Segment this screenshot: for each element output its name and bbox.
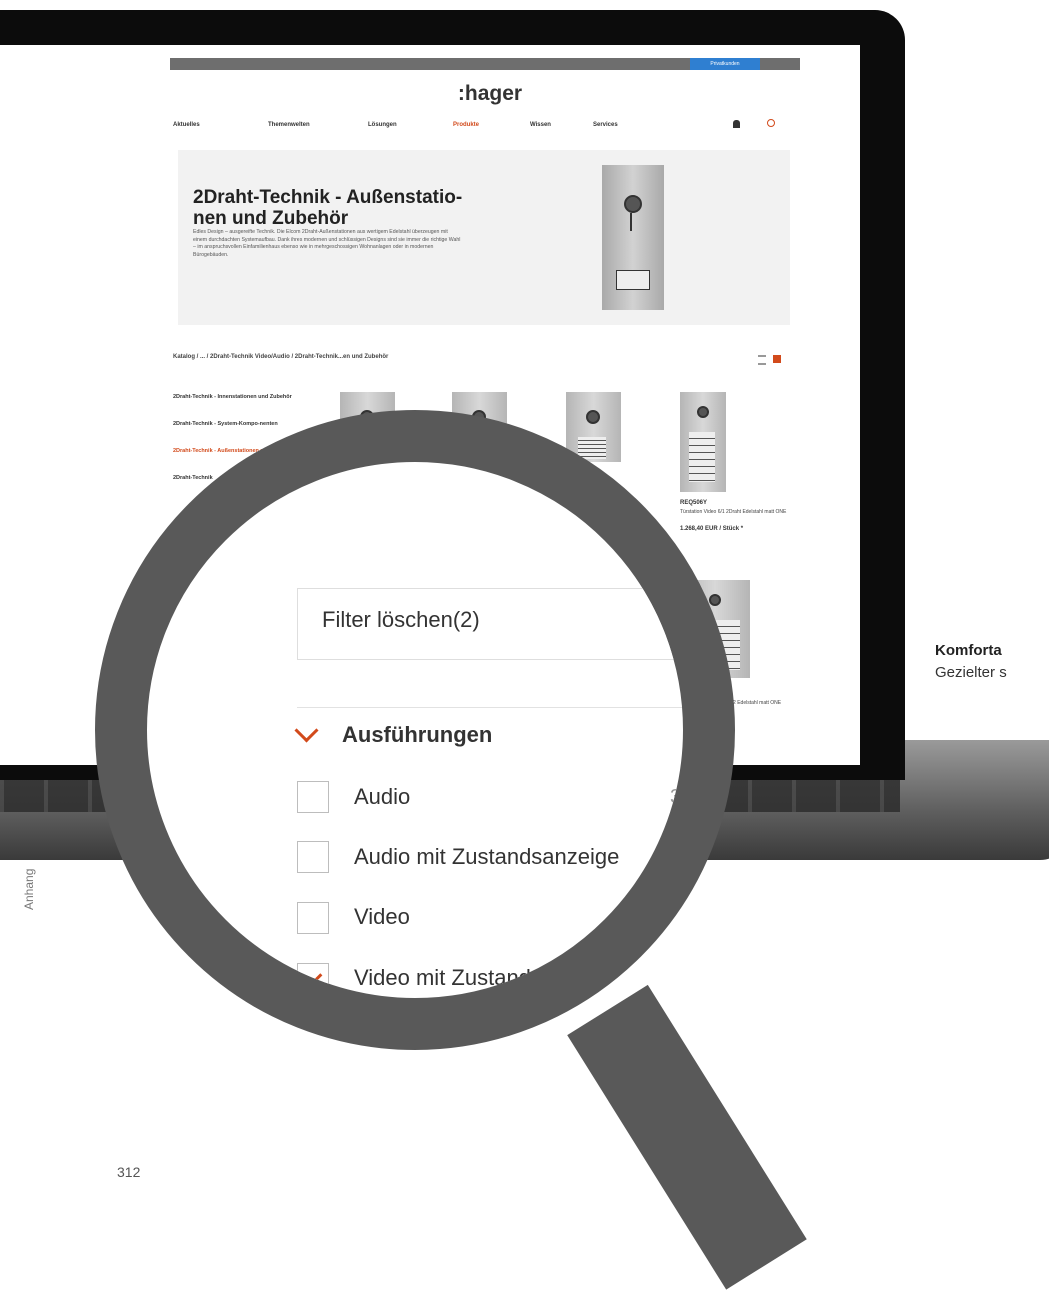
- filter-option-label[interactable]: Video mit Zustandsanzeige: [354, 965, 619, 991]
- filter-option-label[interactable]: Video: [354, 904, 410, 930]
- search-icon[interactable]: [767, 119, 775, 127]
- section-label: Anhang: [22, 868, 36, 910]
- nav-aktuelles[interactable]: Aktuelles: [173, 122, 200, 128]
- product-image[interactable]: [680, 392, 726, 492]
- nav-services[interactable]: Services: [593, 122, 618, 128]
- filter-option-count: 3: [670, 906, 682, 928]
- nav-produkte[interactable]: Produkte: [453, 122, 479, 128]
- grid-view-icon[interactable]: [773, 355, 781, 363]
- product-code[interactable]: REQ506Y: [680, 500, 707, 506]
- breadcrumb[interactable]: Katalog / ... / 2Draht-Technik Video/Aud…: [173, 354, 593, 360]
- chevron-down-icon[interactable]: [294, 718, 319, 743]
- filter-option-label[interactable]: Audio mit Zustandsanzeige: [354, 844, 619, 870]
- filter-section-title[interactable]: Ausführungen: [342, 722, 492, 748]
- caption-text: Gezielter s: [935, 664, 1007, 681]
- user-icon[interactable]: [733, 120, 740, 128]
- hager-logo[interactable]: :hager: [440, 82, 540, 106]
- filter-checkbox-audio-status[interactable]: [297, 841, 329, 873]
- filter-clear-button[interactable]: Filter löschen(2): [322, 607, 480, 633]
- nav-wissen[interactable]: Wissen: [530, 122, 551, 128]
- list-view-icon[interactable]: [758, 355, 766, 365]
- filter-option-label[interactable]: Audio: [354, 784, 410, 810]
- product-description: Türstation Video 6/1 2Draht Edelstahl ma…: [680, 509, 787, 515]
- product-price: 1.268,40 EUR / Stück *: [680, 526, 744, 532]
- nav-themenwelten[interactable]: Themenwelten: [268, 122, 310, 128]
- hero-product-image: [602, 165, 664, 310]
- top-bar-button[interactable]: Privatkunden: [690, 58, 760, 70]
- hero-text: Edles Design – ausgereifte Technik. Die …: [193, 229, 461, 258]
- filter-option-count: 11: [670, 846, 691, 868]
- filter-option-count: 32: [670, 786, 693, 808]
- divider: [297, 707, 683, 708]
- nav-loesungen[interactable]: Lösungen: [368, 122, 397, 128]
- magnifier-lens: Filter löschen(2) Ausführungen Audio 32 …: [95, 410, 735, 1050]
- caption-heading: Komforta: [935, 642, 1002, 659]
- filter-checkbox-audio[interactable]: [297, 781, 329, 813]
- page-number: 312: [117, 1164, 141, 1180]
- sidebar-item[interactable]: 2Draht-Technik - Innenstationen und Zube…: [173, 393, 333, 401]
- magnifier-handle: [567, 984, 807, 1290]
- hero-title: 2Draht-Technik - Außenstatio-nen und Zub…: [193, 187, 463, 229]
- filter-checkbox-video[interactable]: [297, 902, 329, 934]
